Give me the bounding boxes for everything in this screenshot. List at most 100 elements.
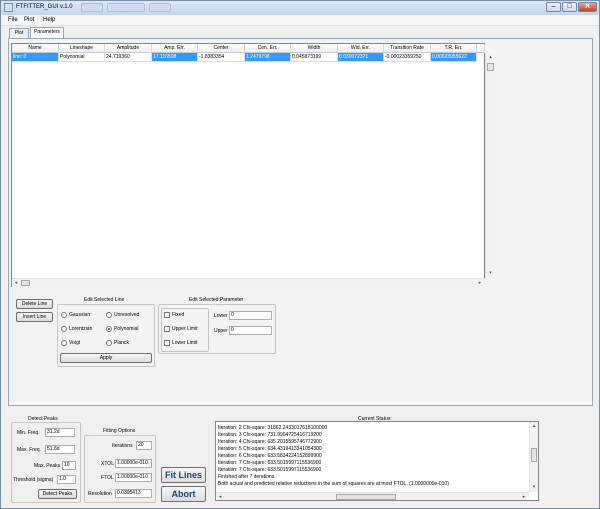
- scroll-up-icon[interactable]: ▴: [530, 422, 538, 430]
- threshold-input[interactable]: 1.0: [57, 475, 76, 484]
- max-peaks-input[interactable]: 10: [62, 461, 76, 470]
- scroll-right-icon[interactable]: ▸: [520, 493, 528, 500]
- detect-peaks-title: Detect Peaks: [26, 416, 60, 422]
- polynomial-label: Polynomial: [114, 326, 139, 332]
- minimize-button[interactable]: –: [546, 2, 561, 12]
- parameters-table[interactable]: Name Lineshape Amplitude Amp. Err. Cente…: [11, 43, 495, 287]
- lorentzian-label: Lorentzian: [69, 326, 93, 332]
- scroll-left-icon[interactable]: ◂: [12, 279, 20, 287]
- apply-button[interactable]: Apply: [60, 353, 152, 363]
- polynomial-radio[interactable]: [106, 326, 112, 332]
- resolution-input[interactable]: 0.0395413: [115, 489, 152, 498]
- scroll-thumb[interactable]: [487, 63, 494, 71]
- ftol-input[interactable]: 1.00000e-010: [115, 473, 152, 482]
- taskbar-ghost-item: [149, 3, 171, 12]
- voigt-radio[interactable]: [61, 340, 67, 346]
- xtol-label: XTOL: [101, 461, 114, 467]
- xtol-input[interactable]: 1.00000e-010: [115, 459, 152, 468]
- edit-line-title: Edit Selected Line: [82, 297, 127, 303]
- status-line: Finished after 7 iterations.: [218, 474, 276, 480]
- column-header[interactable]: Center: [198, 44, 245, 53]
- lower-limit-label: Lower Limit: [172, 340, 198, 346]
- lower-bound-input[interactable]: 0: [229, 311, 272, 320]
- delete-line-button[interactable]: Delete Line: [16, 299, 53, 309]
- unresolved-radio[interactable]: [106, 312, 112, 318]
- fit-lines-button[interactable]: Fit Lines: [161, 467, 206, 483]
- table-vertical-scrollbar[interactable]: ▴ ▾: [485, 53, 495, 278]
- column-header[interactable]: Cen. Err.: [245, 44, 291, 53]
- status-line: Iteration: 4 Chi-sqare: 635.201559574677…: [218, 439, 322, 445]
- gaussian-radio[interactable]: [61, 312, 67, 318]
- planck-radio[interactable]: [106, 340, 112, 346]
- column-header[interactable]: Amplitude: [105, 44, 152, 53]
- column-header[interactable]: T.R. Err.: [431, 44, 477, 53]
- maximize-button[interactable]: □: [562, 2, 577, 12]
- table-cell[interactable]: 24.719360: [105, 53, 152, 62]
- column-header[interactable]: Amp. Err.: [152, 44, 198, 53]
- tab-parameters[interactable]: Parameters: [30, 27, 64, 38]
- upper-limit-checkbox[interactable]: [164, 326, 170, 332]
- table-cell[interactable]: 0.00023955622: [431, 53, 477, 62]
- window-title: FTFITTER_GUI v.1.0: [16, 4, 73, 10]
- abort-button[interactable]: Abort: [161, 486, 206, 502]
- detect-peaks-button[interactable]: Detect Peaks: [38, 489, 77, 499]
- column-header[interactable]: Wid. Err.: [338, 44, 384, 53]
- fixed-label: Fixed: [172, 312, 185, 318]
- taskbar-ghost-item: [107, 3, 145, 12]
- table-horizontal-scrollbar[interactable]: ◂ ▸: [12, 278, 485, 287]
- status-line: Iteration: 5 Chi-sqare: 634.431941334105…: [218, 446, 322, 452]
- iterations-label: Iterations: [112, 443, 133, 449]
- planck-label: Planck: [114, 340, 130, 346]
- scroll-thumb[interactable]: [531, 448, 537, 462]
- iterations-input[interactable]: 20: [136, 441, 152, 450]
- fitting-options-title: Fitting Options: [101, 428, 138, 434]
- title-bar[interactable]: FTFITTER_GUI v.1.0 – □ ✕: [1, 1, 599, 15]
- taskbar-ghost-item: [81, 3, 103, 12]
- lorentzian-radio[interactable]: [61, 326, 67, 332]
- menu-bar: File Plot Help: [1, 15, 599, 26]
- app-icon: [4, 3, 13, 12]
- status-line: Iteration: 7 Chi-sqare: 633.501599711553…: [218, 467, 322, 473]
- table-cell[interactable]: -1.8383354: [198, 53, 245, 62]
- status-line: Iteration: 3 Chi-sqare: 731.990472541671…: [218, 432, 322, 438]
- lower-limit-checkbox[interactable]: [164, 340, 170, 346]
- table-cell[interactable]: 17.116508: [152, 53, 198, 62]
- min-freq-input[interactable]: 31.2d: [45, 428, 75, 437]
- close-button[interactable]: ✕: [578, 2, 597, 12]
- scroll-right-icon[interactable]: ▸: [476, 279, 484, 287]
- edit-parameter-title: Edit Selected Parameter: [187, 297, 246, 303]
- scroll-up-icon[interactable]: ▴: [486, 53, 495, 61]
- column-header[interactable]: Lineshape: [59, 44, 105, 53]
- threshold-label: Threshold (sigma): [13, 477, 54, 483]
- insert-line-button[interactable]: Insert Line: [16, 312, 53, 322]
- max-freq-label: Max. Freq.: [17, 447, 41, 453]
- status-horizontal-scrollbar[interactable]: ◂ ▸: [216, 492, 529, 500]
- scroll-thumb[interactable]: [336, 494, 396, 500]
- scroll-down-icon[interactable]: ▾: [486, 269, 495, 277]
- status-vertical-scrollbar[interactable]: ▴ ▾: [529, 422, 538, 492]
- table-cell[interactable]: 0.030072371: [338, 53, 384, 62]
- table-cell[interactable]: Polynomial: [59, 53, 105, 62]
- column-header[interactable]: Transition Rate: [384, 44, 431, 53]
- voigt-label: Voigt: [69, 340, 81, 346]
- status-line: Iteration: 6 Chi-sqare: 633.583422415289…: [218, 453, 322, 459]
- scroll-left-icon[interactable]: ◂: [216, 493, 224, 500]
- upper-bound-input[interactable]: 0: [229, 326, 272, 335]
- menu-file[interactable]: File: [8, 17, 18, 23]
- scroll-down-icon[interactable]: ▾: [530, 483, 538, 491]
- upper-limit-label: Upper Limit: [172, 326, 198, 332]
- menu-plot[interactable]: Plot: [24, 17, 34, 23]
- table-cell[interactable]: 0.045873199: [291, 53, 338, 62]
- fixed-checkbox[interactable]: [164, 312, 170, 318]
- column-header[interactable]: Width: [291, 44, 338, 53]
- table-cell[interactable]: 1.2479798: [245, 53, 291, 62]
- tab-plot[interactable]: Plot: [9, 28, 29, 38]
- table-cell[interactable]: line: 0: [12, 53, 59, 62]
- scroll-thumb[interactable]: [21, 280, 30, 286]
- status-line: Iteration: 2 Chi-sqare: 31862.2433017618…: [218, 425, 328, 431]
- menu-help[interactable]: Help: [43, 17, 55, 23]
- max-freq-input[interactable]: 51.8d: [45, 445, 75, 454]
- table-cell[interactable]: -0.00023359250: [384, 53, 431, 62]
- status-log[interactable]: Iteration: 2 Chi-sqare: 31862.2433017618…: [215, 421, 539, 501]
- column-header[interactable]: Name: [12, 44, 59, 53]
